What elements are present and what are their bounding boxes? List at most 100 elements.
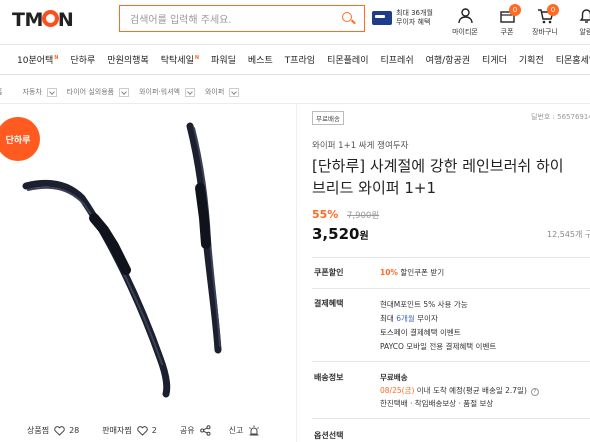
coupon-badge: 0 [509,4,521,16]
chevron-down-icon[interactable] [229,87,240,97]
my-tmon-label: 마이티몬 [452,28,478,36]
coupon-percent: 10% [380,268,398,277]
delivery-info: 무료배송 08/25(금) 이내 도착 예정(평균 배송일 2.7일)? 한진택… [380,371,539,410]
nav-item-travel[interactable]: 여행/항공권 [426,53,470,66]
nav-item-exhibition[interactable]: 기획전 [519,53,544,66]
credit-card-icon [372,11,392,25]
payment-text: 무이자 [414,314,438,323]
sale-price-value: 3,520 [312,225,360,243]
seller-like-label: 판매자찜 [102,426,132,435]
divider [312,418,590,419]
cart-label: 장바구니 [532,28,558,36]
coupon-download-link[interactable]: 10% 할인쿠폰 받기 [380,267,444,278]
product-title: [단하루] 사계절에 강한 레인브러쉬 하이 브리드 와이퍼 1+1 [312,155,590,199]
payment-benefit-2[interactable]: 최대 6개월 무이자 [380,312,496,326]
divider [312,288,590,289]
bell-icon [579,9,590,23]
price-unit: 원 [359,231,369,242]
divider [312,257,590,258]
heart-icon [136,425,148,436]
alarm-label: 알림 [579,28,590,36]
search-icon[interactable] [342,11,356,26]
seller-like-count: 2 [151,426,157,435]
card-promo-line2: 무이자 혜택 [396,18,431,26]
delivery-carrier: 한진택배 · 착임배송보상 · 품절 보상 [380,399,494,408]
coupon-label: 쿠폰 [500,28,514,36]
payment-benefit-4[interactable]: PAYCO 모바일 전용 결제혜택 이벤트 [380,340,496,354]
coupon-button[interactable]: 0 쿠폰 [487,4,527,37]
logo-o-mark [41,10,59,27]
nav-item-homesale[interactable]: 티몬홈세일 [556,53,590,66]
delivery-free: 무료배송 [380,373,408,382]
report-button[interactable]: 신고 [229,425,261,436]
chevron-down-icon[interactable] [46,87,57,97]
share-label: 공유 [179,426,195,435]
payment-benefit-1[interactable]: 현대M포인트 5% 사용 가능 [380,298,496,312]
delivery-date: 08/25(금) [380,386,415,395]
heart-icon [54,425,65,436]
nav-item-together[interactable]: 티게더 [482,53,507,66]
product-title-line1: [단하루] 사계절에 강한 레인브러쉬 하이 [312,157,564,175]
image-actions: 상품찜 28 판매자찜 2 공유 신고 [27,425,278,436]
delivery-eta: 08/25(금) 이내 도착 예정(평균 배송일 2.7일)? [380,384,539,397]
card-promo-line1: 최대 36개월 [396,9,433,17]
original-price: 7,900원 [347,211,380,221]
delivery-info-label: 배송정보 [314,373,344,382]
delivery-date-text: 이내 도착 예정(평균 배송일 2.7일) [416,386,527,395]
nav-item-tprime[interactable]: T프라임 [285,53,315,66]
like-product-button[interactable]: 상품찜 28 [27,425,84,436]
cart-button[interactable]: 0 장바구니 [525,4,565,37]
installment-months: 6개월 [396,314,415,323]
nav-item-powerdeal[interactable]: 파워딜 [211,53,236,66]
nav-item-taktak[interactable]: 탁탁세일N [161,53,199,66]
nav-item-tmonplay[interactable]: 티몬플레이 [327,53,368,66]
breadcrumb-level2[interactable]: 타이어 실외용품 [67,87,114,97]
like-seller-button[interactable]: 판매자찜 2 [102,425,162,436]
new-badge: N [54,55,59,61]
breadcrumb-home[interactable]: 홈 [0,87,2,97]
free-shipping-tag: 무료배송 [312,111,344,125]
payment-text: 최대 [380,314,397,323]
share-icon [199,425,211,436]
my-tmon-button[interactable]: 마이티몬 [445,7,485,37]
like-count: 28 [69,426,80,435]
alarm-button[interactable]: 알림 [566,7,590,37]
siren-icon [249,425,260,436]
breadcrumb-level1[interactable]: 자동차 [22,87,41,97]
nav-item-10min[interactable]: 10분어택N [17,53,58,66]
share-button[interactable]: 공유 [180,425,211,436]
breadcrumb: 홈 자동차 타이어 실외용품 와이퍼·워셔액 와이퍼 [0,87,249,97]
nav-item-danharu[interactable]: 단하루 [70,53,95,66]
nav-item-tfresh[interactable]: 티프레쉬 [380,53,413,66]
nav-item-label: 탁탁세일 [160,56,194,66]
cart-badge: 0 [547,4,559,16]
payment-benefit-3[interactable]: 토스페이 결제혜택 이벤트 [380,326,496,340]
product-title-line2: 브리드 와이퍼 1+1 [312,179,436,197]
product-subtitle: 와이퍼 1+1 싸게 쟁여두자 [312,141,409,151]
breadcrumb-divider [0,103,590,104]
product-image[interactable] [20,118,260,413]
breadcrumb-level4[interactable]: 와이퍼 [205,87,224,97]
sale-price: 3,520원 [312,225,369,243]
help-icon[interactable]: ? [530,388,539,396]
payment-benefit-label: 결제혜택 [314,299,344,308]
option-select-label[interactable]: 옵션선택 [314,430,343,441]
card-promo-banner[interactable]: 최대 36개월 무이자 혜택 [372,9,433,27]
payment-benefits: 현대M포인트 5% 사용 가능 최대 6개월 무이자 토스페이 결제혜택 이벤트… [380,298,496,354]
deal-number: 딜번호 : 56576914 [531,113,590,121]
nav-item-best[interactable]: 베스트 [248,53,273,66]
chevron-down-icon[interactable] [184,87,195,97]
tmon-logo[interactable]: TM N [12,9,74,31]
nav-item-label: 10분어택 [17,56,54,66]
category-nav: 10분어택N 단하루 만원의행복 탁탁세일N 파워딜 베스트 T프라임 티몬플레… [0,45,590,75]
new-badge: N [194,55,200,61]
chevron-down-icon[interactable] [119,87,130,97]
report-label: 신고 [228,426,244,435]
nav-item-manwon[interactable]: 만원의행복 [107,53,148,66]
search-bar[interactable]: 검색어를 입력해 주세요. [119,5,365,32]
divider [312,361,590,362]
search-input[interactable]: 검색어를 입력해 주세요. [130,11,342,26]
breadcrumb-level3[interactable]: 와이퍼·워셔액 [139,87,180,97]
coupon-discount-label: 쿠폰할인 [314,268,344,277]
user-icon [457,8,473,24]
